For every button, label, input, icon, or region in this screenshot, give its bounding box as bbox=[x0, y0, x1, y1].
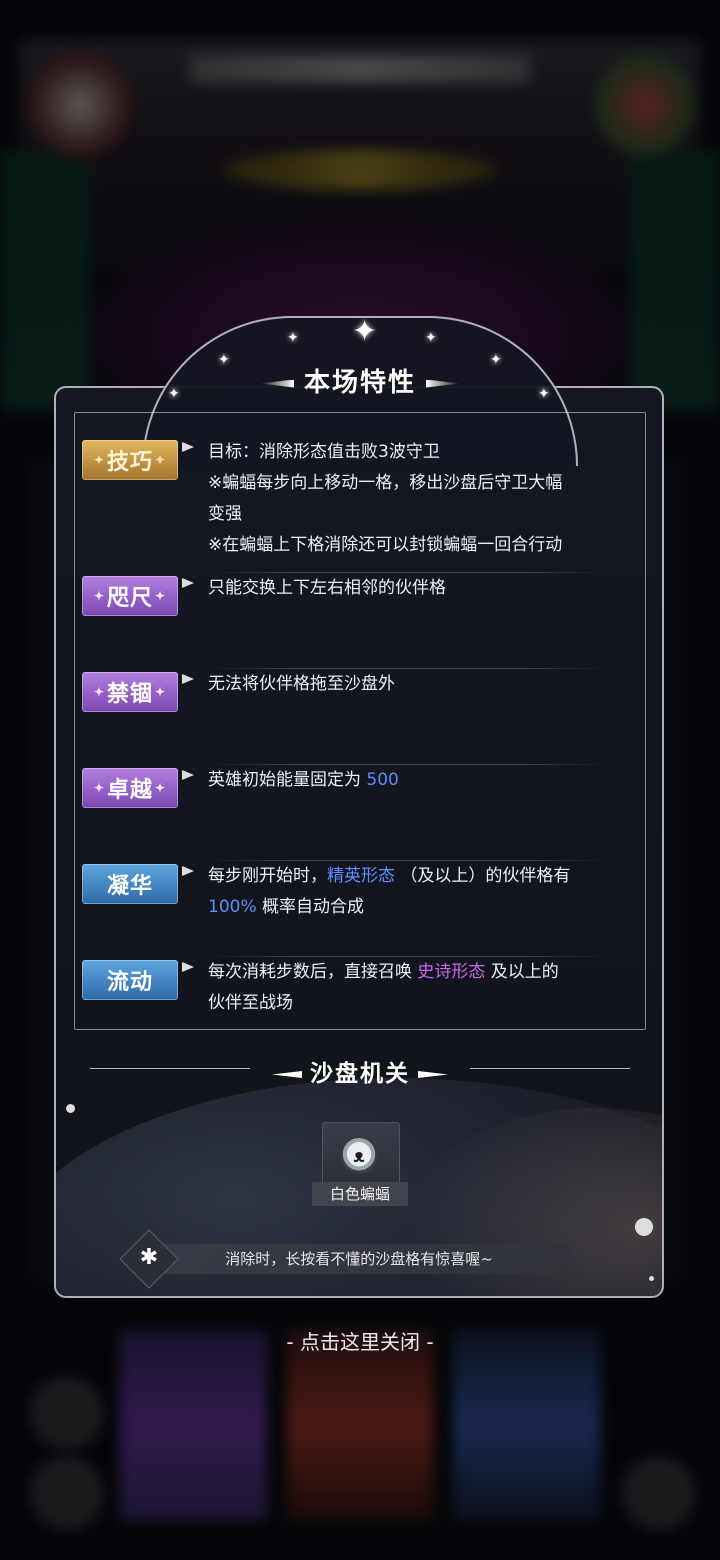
energy-value: 500 bbox=[366, 770, 399, 790]
form-name: 精英形态 bbox=[327, 866, 395, 886]
white-bat-icon: ᴥ bbox=[341, 1138, 377, 1174]
decor-dot bbox=[649, 1276, 654, 1281]
flag-icon bbox=[182, 962, 194, 972]
tip-text: 消除时，长按看不懂的沙盘格有惊喜喔~ bbox=[225, 1250, 493, 1268]
trait-description: 目标：消除形态值击败3波守卫 ※蝙蝠每步向上移动一格，移出沙盘后守卫大幅 变强 … bbox=[208, 437, 608, 561]
trait-row-skill: ✦ 技巧 ✦ 目标：消除形态值击败3波守卫 ※蝙蝠每步向上移动一格，移出沙盘后守卫大… bbox=[82, 440, 622, 568]
trait-badge: ✦ 卓越 ✦ bbox=[82, 768, 178, 808]
star-icon: ✱ bbox=[139, 1245, 159, 1270]
sparkle-icon: ✦ bbox=[287, 330, 299, 346]
trait-line: 目标：消除形态值击败3波守卫 bbox=[208, 442, 440, 462]
trait-line: 变强 bbox=[208, 504, 242, 524]
decor-dot bbox=[635, 1218, 653, 1236]
trait-badge-label: 流动 bbox=[106, 969, 153, 995]
flag-icon bbox=[182, 866, 194, 876]
trait-badge: ✦ 咫尺 ✦ bbox=[82, 576, 178, 616]
trait-text: （及以上）的伙伴格有 bbox=[395, 866, 571, 886]
decor-dot bbox=[66, 1104, 75, 1113]
trait-badge-label: 咫尺 bbox=[106, 585, 153, 611]
mechanism-item-white-bat[interactable]: ᴥ 白色蝙蝠 bbox=[312, 1112, 408, 1210]
flag-icon bbox=[182, 578, 194, 588]
trait-text: 每步刚开始时， bbox=[208, 866, 327, 886]
trait-badge: ✦ 技巧 ✦ bbox=[82, 440, 178, 480]
trait-text: 及以上的 bbox=[485, 962, 559, 982]
sparkle-icon: ✦ bbox=[425, 330, 437, 346]
trait-badge-label: 卓越 bbox=[106, 777, 153, 803]
flag-icon bbox=[182, 442, 194, 452]
trait-line: ※蝙蝠每步向上移动一格，移出沙盘后守卫大幅 bbox=[208, 473, 563, 493]
form-name: 史诗形态 bbox=[417, 962, 486, 982]
flag-icon bbox=[182, 674, 194, 684]
trait-description: 只能交换上下左右相邻的伙伴格 bbox=[208, 578, 446, 598]
trait-description: 英雄初始能量固定为 500 bbox=[208, 765, 608, 796]
sparkle-icon: ✦ bbox=[352, 314, 378, 349]
chance-value: 100% bbox=[208, 897, 257, 917]
mechanism-title: 沙盘机关 bbox=[0, 1054, 720, 1088]
trait-description: 每步刚开始时，精英形态 （及以上）的伙伴格有 100% 概率自动合成 bbox=[208, 861, 608, 923]
tip-bar: 消除时，长按看不懂的沙盘格有惊喜喔~ bbox=[148, 1244, 570, 1274]
trait-text: 英雄初始能量固定为 bbox=[208, 770, 367, 790]
flag-icon bbox=[182, 770, 194, 780]
trait-badge: ✦ 禁锢 ✦ bbox=[82, 672, 178, 712]
mechanism-item-label: 白色蝙蝠 bbox=[312, 1182, 408, 1206]
panel-title-text: 本场特性 bbox=[303, 368, 416, 398]
trait-description: 每次消耗步数后，直接召唤 史诗形态 及以上的 伙伴至战场 bbox=[208, 957, 608, 1019]
trait-badge: 凝华 bbox=[82, 864, 178, 904]
trait-text: 伙伴至战场 bbox=[208, 993, 293, 1013]
trait-text: 每次消耗步数后，直接召唤 bbox=[208, 962, 418, 982]
trait-line: ※在蝙蝠上下格消除还可以封锁蝙蝠一回合行动 bbox=[208, 535, 563, 555]
title-wing-left bbox=[272, 1071, 302, 1078]
close-button[interactable]: - 点击这里关闭 - bbox=[0, 1326, 720, 1355]
title-wing-left bbox=[259, 379, 294, 388]
trait-text: 概率自动合成 bbox=[256, 897, 365, 917]
panel-title: 本场特性 bbox=[0, 362, 720, 399]
title-wing-right bbox=[418, 1071, 448, 1078]
trait-badge-label: 技巧 bbox=[106, 449, 153, 475]
title-wing-right bbox=[426, 380, 460, 388]
trait-badge: 流动 bbox=[82, 960, 178, 1000]
trait-description: 无法将伙伴格拖至沙盘外 bbox=[208, 674, 395, 694]
trait-badge-label: 禁锢 bbox=[106, 681, 153, 707]
mechanism-title-text: 沙盘机关 bbox=[310, 1061, 410, 1087]
trait-badge-label: 凝华 bbox=[106, 873, 153, 899]
